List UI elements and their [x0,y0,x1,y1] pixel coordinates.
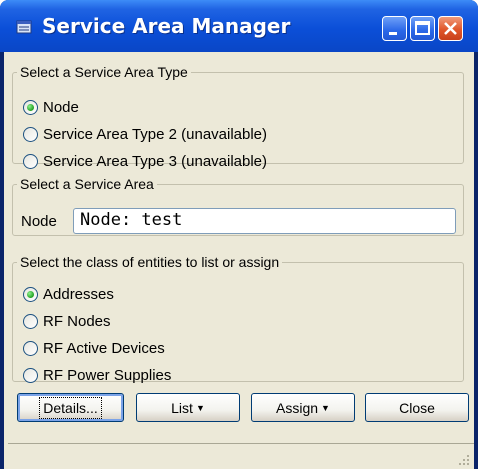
assign-button[interactable]: Assign ▼ [251,393,355,422]
entity-class-group: Select the class of entities to list or … [12,254,464,385]
radio-addresses[interactable]: Addresses [23,284,114,304]
dialog-body: Select a Service Area Type Node Service … [4,52,474,469]
status-bar [8,443,474,469]
size-grip-icon[interactable] [458,454,470,466]
radio-node-type[interactable]: Node [23,97,79,117]
radio-rf-nodes[interactable]: RF Nodes [23,311,111,331]
radio-indicator[interactable] [23,313,38,329]
close-button-label: Close [399,399,435,416]
radio-indicator[interactable] [23,367,38,383]
service-area-manager-window: Service Area Manager Select a Service Ar… [0,0,478,469]
list-button[interactable]: List ▼ [136,393,240,422]
radio-label: RF Active Devices [43,339,165,357]
radio-label: Service Area Type 3 (unavailable) [43,152,268,170]
dropdown-caret-icon: ▼ [321,402,330,413]
window-title: Service Area Manager [42,14,291,38]
service-area-group: Select a Service Area Node Node: test [12,176,464,236]
list-button-label: List [171,399,193,416]
assign-button-label: Assign [276,399,319,416]
radio-indicator[interactable] [23,126,38,142]
service-area-type-legend: Select a Service Area Type [20,64,188,80]
maximize-button[interactable] [410,16,435,41]
dropdown-caret-icon: ▼ [195,402,205,413]
service-area-type-group: Select a Service Area Type Node Service … [12,64,464,170]
radio-rf-power-supplies[interactable]: RF Power Supplies [23,365,171,385]
app-icon [16,20,32,34]
details-button-label: Details... [39,396,102,419]
radio-indicator[interactable] [23,286,38,302]
close-window-button[interactable] [438,16,463,41]
node-input[interactable]: Node: test [73,208,456,234]
radio-label: RF Nodes [43,312,111,330]
radio-service-area-type-2[interactable]: Service Area Type 2 (unavailable) [23,124,267,144]
radio-rf-active-devices[interactable]: RF Active Devices [23,338,165,358]
radio-label: Addresses [43,285,114,303]
close-icon [444,22,457,35]
details-button[interactable]: Details... [17,393,124,422]
minimize-button[interactable] [382,16,407,41]
service-area-legend: Select a Service Area [20,176,154,192]
entity-class-legend: Select the class of entities to list or … [20,254,280,270]
radio-indicator[interactable] [23,340,38,356]
close-button[interactable]: Close [365,393,469,422]
radio-label: Service Area Type 2 (unavailable) [43,125,268,143]
radio-indicator[interactable] [23,153,38,169]
node-field-label: Node [21,213,57,230]
title-bar[interactable]: Service Area Manager [0,0,478,52]
radio-label: RF Power Supplies [43,366,172,384]
minimize-icon [389,32,397,35]
radio-service-area-type-3[interactable]: Service Area Type 3 (unavailable) [23,151,267,171]
maximize-icon [415,21,430,35]
radio-indicator[interactable] [23,99,38,115]
radio-label: Node [43,98,79,116]
